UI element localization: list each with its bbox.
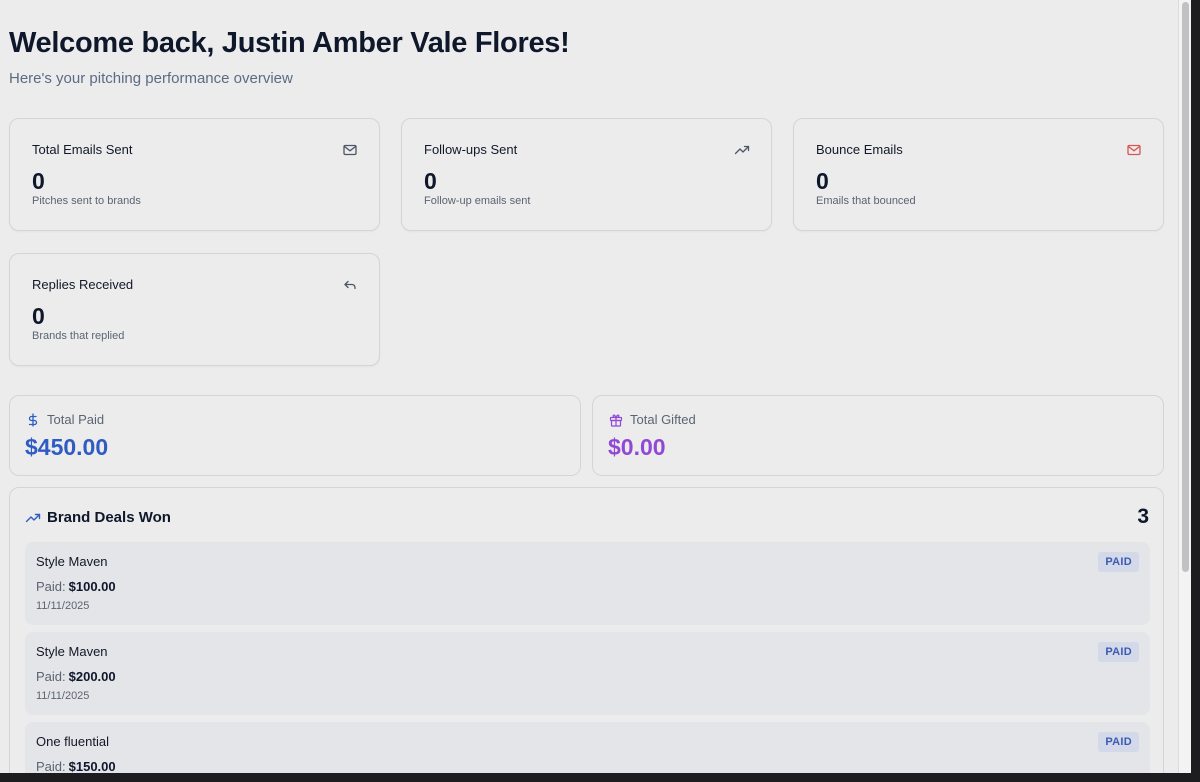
stat-card-bounce-emails: Bounce Emails 0 Emails that bounced [793, 118, 1164, 231]
stat-description: Brands that replied [32, 330, 125, 342]
deal-paid-prefix: Paid: [36, 669, 66, 684]
stat-description: Follow-up emails sent [424, 195, 531, 207]
total-gifted-card: Total Gifted $0.00 [592, 395, 1164, 476]
total-paid-value: $450.00 [25, 434, 109, 460]
total-gifted-value: $0.00 [608, 434, 666, 460]
dollar-icon [26, 413, 40, 427]
brand-deals-title: Brand Deals Won [47, 509, 171, 526]
vertical-scrollbar[interactable] [1178, 0, 1191, 773]
deal-date: 11/11/2025 [36, 690, 90, 702]
status-badge: PAID [1098, 642, 1139, 662]
deal-paid-line: Paid: $200.00 [36, 669, 116, 684]
deal-paid-line: Paid: $150.00 [36, 759, 116, 773]
stat-label: Replies Received [32, 277, 134, 292]
stat-value: 0 [816, 168, 829, 194]
deal-amount: $150.00 [68, 759, 116, 773]
page-subtitle: Here's your pitching performance overvie… [9, 70, 293, 87]
deal-item[interactable]: Style Maven Paid: $200.00 11/11/2025 PAID [25, 632, 1150, 715]
mail-icon [342, 142, 358, 158]
brand-deals-panel: Brand Deals Won 3 Style Maven Paid: $100.… [9, 487, 1164, 773]
status-badge: PAID [1098, 732, 1139, 752]
total-paid-card: Total Paid $450.00 [9, 395, 581, 476]
stat-card-total-emails: Total Emails Sent 0 Pitches sent to bran… [9, 118, 380, 231]
deal-brand: Style Maven [36, 554, 108, 569]
stat-label: Total Emails Sent [32, 142, 133, 157]
reply-icon [342, 277, 358, 293]
deal-paid-prefix: Paid: [36, 759, 66, 773]
deal-item[interactable]: One fluential Paid: $150.00 PAID [25, 722, 1150, 773]
deal-paid-line: Paid: $100.00 [36, 579, 116, 594]
stat-card-follow-ups: Follow-ups Sent 0 Follow-up emails sent [401, 118, 772, 231]
trending-up-icon [734, 142, 750, 158]
deal-brand: Style Maven [36, 644, 108, 659]
brand-deals-count: 3 [1137, 505, 1149, 528]
total-gifted-label: Total Gifted [630, 412, 696, 427]
total-paid-label: Total Paid [47, 412, 105, 427]
stat-value: 0 [32, 168, 45, 194]
stat-description: Pitches sent to brands [32, 195, 141, 207]
deal-item[interactable]: Style Maven Paid: $100.00 11/11/2025 PAID [25, 542, 1150, 625]
stat-card-replies: Replies Received 0 Brands that replied [9, 253, 380, 366]
deal-amount: $100.00 [68, 579, 116, 594]
stat-description: Emails that bounced [816, 195, 916, 207]
deal-amount: $200.00 [68, 669, 116, 684]
stat-value: 0 [424, 168, 437, 194]
scrollbar-thumb[interactable] [1182, 2, 1189, 572]
deal-date: 11/11/2025 [36, 600, 90, 612]
dashboard-page: Welcome back, Justin Amber Vale Flores! … [0, 0, 1178, 773]
page-title: Welcome back, Justin Amber Vale Flores! [9, 27, 570, 59]
stat-label: Follow-ups Sent [424, 142, 518, 157]
deal-paid-prefix: Paid: [36, 579, 66, 594]
mail-icon [1126, 142, 1142, 158]
gift-icon [609, 413, 623, 427]
trending-up-icon [25, 510, 41, 526]
stat-value: 0 [32, 303, 45, 329]
stat-label: Bounce Emails [816, 142, 903, 157]
deal-brand: One fluential [36, 734, 109, 749]
status-badge: PAID [1098, 552, 1139, 572]
